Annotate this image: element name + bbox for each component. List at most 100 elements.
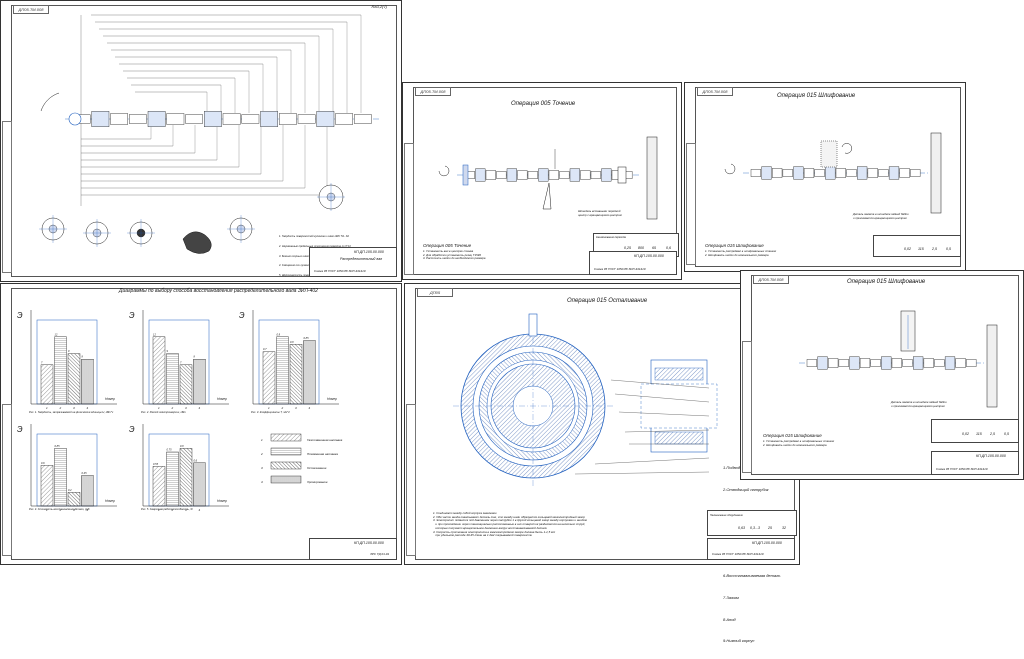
- tick-label: 4: [87, 406, 89, 410]
- camshaft-section: [297, 114, 316, 124]
- sheet-grinding-1[interactable]: ДП05.ТМ.008 Операция 015 Шлифование Опер…: [684, 82, 966, 272]
- workpiece-segment: [828, 358, 839, 368]
- legend-label: Плазменная наплавка: [307, 452, 338, 456]
- operation-table: 0,02 115 2,5 0,5: [931, 419, 1019, 443]
- tailstock: [617, 166, 627, 184]
- data-label: 0.2: [68, 488, 72, 492]
- title-doc: Схема 05 ГОСТ 1050-88 ЗИЛ-431410: [594, 267, 646, 271]
- operation-steps: 1. Установить распредвал в шлифовальных …: [763, 439, 835, 447]
- camshaft-section: [354, 114, 372, 124]
- table-cell: 0,02: [904, 247, 911, 251]
- bar: [40, 364, 54, 405]
- sheet-grinding-2[interactable]: ДП05.ТМ.008 Операция 015 Шлифование Опер…: [740, 270, 1024, 480]
- data-label: 0.6: [194, 458, 198, 462]
- bar: [81, 475, 94, 507]
- workpiece-segment: [923, 358, 934, 368]
- table-cell: 32: [782, 526, 786, 530]
- chart-caption-3: Рис. 3. Коэффициенты Т, ч/м^2: [251, 411, 290, 414]
- legend-swatch: [270, 447, 302, 456]
- leader-line: [574, 471, 710, 475]
- table-cell: 115: [918, 247, 924, 251]
- table-cell: 2,5: [990, 432, 995, 436]
- table-cell: 25: [768, 526, 772, 530]
- bar: [303, 340, 316, 405]
- bar: [179, 448, 193, 507]
- bar: [193, 358, 206, 405]
- workpiece-segment: [817, 356, 828, 370]
- title-code: КП.ДП.105.00.000: [634, 254, 664, 258]
- camshaft-section: [204, 111, 222, 127]
- workpiece-segment: [881, 356, 892, 370]
- workpiece-segment: [934, 359, 945, 367]
- workpiece-segment: [838, 359, 849, 367]
- workpiece-segment: [878, 169, 889, 177]
- chart-caption-2: Рис. 2. Расход электроэнергии, кВт: [141, 411, 186, 414]
- legend-label: Хромирование: [307, 480, 328, 484]
- table-cell: 0,5: [1004, 432, 1009, 436]
- tick-label: 3: [295, 406, 297, 410]
- camshaft-section: [260, 111, 278, 127]
- y-axis-label: Э: [129, 311, 135, 320]
- tick-label: 1: [268, 406, 270, 410]
- bar: [193, 462, 206, 507]
- inlet-pipe: [528, 313, 538, 337]
- workpiece-segment: [867, 168, 878, 178]
- tick-label: 4: [309, 406, 311, 410]
- operation-steps: 1. Соединяют между собой корпуса зажимам…: [433, 511, 587, 538]
- tick-label: 1: [46, 406, 48, 410]
- tick-label: 2: [59, 406, 62, 410]
- legend-swatch: [270, 475, 302, 484]
- bar: [276, 336, 289, 405]
- workpiece-segment: [517, 170, 528, 180]
- title-doc: ЗРС ТД 01-91: [370, 552, 390, 556]
- bar: [67, 492, 81, 507]
- y-axis-label: Э: [129, 425, 135, 434]
- data-label: 0.55: [153, 462, 159, 466]
- workpiece-segment: [803, 168, 815, 178]
- data-label: 0.85: [304, 336, 310, 340]
- side-view-lower: [654, 431, 704, 445]
- x-axis-label: Номер: [327, 397, 337, 401]
- data-label: 0.45: [82, 471, 88, 475]
- x-axis-label: Номер: [105, 499, 115, 503]
- bar: [166, 451, 179, 507]
- operation-steps: 1. Установить распредвал в шлифовальных …: [705, 249, 777, 257]
- workpiece-segment: [899, 168, 910, 178]
- bar: [166, 353, 179, 405]
- shaft-end: [68, 112, 82, 126]
- data-label: 0.9: [277, 332, 281, 336]
- chuck-left: [462, 164, 469, 186]
- sheet-camshaft-drawing[interactable]: ДП05.ТМ.008 Ra3,2(√) 1. Твердость поверх…: [0, 0, 402, 286]
- workpiece-segment: [793, 166, 804, 180]
- cam-lobe-view: [182, 231, 212, 254]
- y-axis-label: Э: [239, 311, 245, 320]
- workpiece-segment: [825, 166, 836, 180]
- title-block: КП.ДП.105.00.000 Распределительный вал С…: [309, 247, 397, 277]
- sheet-turning[interactable]: ДП05.ТМ.008 Операция 005 Точение Операци…: [402, 82, 682, 280]
- rotation-arrow: [724, 163, 736, 175]
- workpiece-segment: [902, 359, 913, 367]
- data-label: 0.75: [167, 448, 173, 452]
- bar: [179, 364, 193, 405]
- tick-label: 4: [199, 508, 201, 512]
- workpiece-segment: [548, 170, 559, 180]
- workpiece-segment: [910, 169, 921, 177]
- workpiece-segment: [601, 168, 612, 182]
- chart-caption-1: Рис. 1. Твердость, затрачиваемой на физи…: [29, 411, 114, 414]
- legend-num: 2: [261, 452, 263, 456]
- workpiece-segment: [888, 166, 900, 180]
- rotation-arrow: [841, 143, 853, 154]
- x-axis-label: Номер: [217, 397, 227, 401]
- workpiece-segment: [761, 166, 772, 180]
- title-block: КП.ДП.105.00.000 ЗРС ТД 01-91: [309, 538, 397, 560]
- data-label: 0.8: [180, 444, 184, 448]
- tick-label: 4: [199, 406, 201, 410]
- workpiece-segment: [569, 168, 580, 182]
- workpiece-segment: [955, 358, 966, 368]
- bar: [67, 353, 81, 405]
- title-code: КП.ДП.105.00.000: [752, 541, 782, 545]
- operation-subtitle: Операция 015 Шлифование: [705, 243, 764, 248]
- sheet-diagrams[interactable]: Диаграммы по выбору способа восстановлен…: [0, 283, 402, 565]
- camshaft-section: [316, 111, 335, 127]
- cam-arc: [40, 92, 60, 112]
